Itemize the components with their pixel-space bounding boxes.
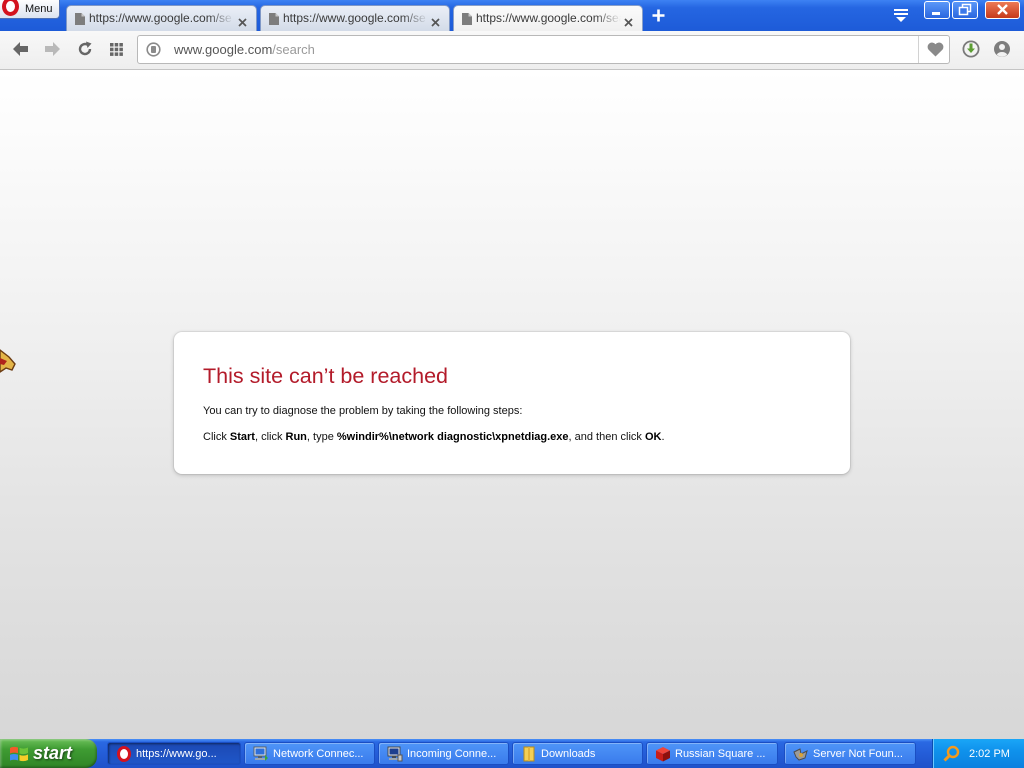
restore-icon [958, 3, 972, 16]
instruction-text: , type [306, 431, 337, 443]
start-button[interactable]: start [0, 739, 97, 768]
new-tab-plus-icon[interactable] [652, 9, 665, 22]
heart-icon[interactable] [927, 42, 944, 62]
folder-icon [521, 746, 537, 762]
instruction-text: Click [203, 431, 230, 443]
start-label: start [33, 743, 73, 763]
tab-menu-icon[interactable] [893, 8, 909, 23]
task-button-downloads[interactable]: Downloads [512, 742, 643, 765]
task-button-opera[interactable]: https://www.go... [107, 742, 241, 765]
error-intro-text: You can try to diagnose the problem by t… [203, 405, 523, 417]
task-button-network-connections[interactable]: Network Connec... [244, 742, 375, 765]
instruction-text: , click [254, 431, 286, 443]
tab-2[interactable]: https://www.google.com/se [260, 5, 450, 31]
system-tray: 2:02 PM [932, 739, 1024, 768]
close-tab-icon[interactable] [624, 14, 633, 27]
tab-title: https://www.google.com/se [283, 11, 426, 25]
tab-1[interactable]: https://www.google.com/se [66, 5, 257, 31]
incoming-connections-icon [387, 746, 403, 762]
opera-icon [116, 746, 132, 762]
menu-label: Menu [25, 3, 53, 15]
page-icon [269, 12, 279, 25]
red-cube-icon [655, 746, 671, 762]
tab-strip: Menu https://www.google.com/se https://w… [0, 0, 1024, 31]
mouse-cursor-icon [0, 348, 16, 381]
navigation-toolbar: www.google.com/search [0, 31, 1024, 70]
task-button-russian-square[interactable]: Russian Square ... [646, 742, 778, 765]
address-bar[interactable]: www.google.com/search [137, 35, 950, 64]
speed-dial-icon[interactable] [110, 43, 123, 61]
close-tab-icon[interactable] [238, 14, 247, 27]
diagnose-instructions: Click Start, click Run, type %windir%\ne… [203, 430, 665, 444]
url-path: /search [272, 42, 315, 57]
close-tab-icon[interactable] [431, 14, 440, 27]
task-button-server-not-found[interactable]: Server Not Foun... [784, 742, 916, 765]
page-content: This site can’t be reached You can try t… [0, 70, 1024, 739]
error-title: This site can’t be reached [203, 364, 448, 388]
opera-logo-icon [2, 0, 19, 16]
server-error-icon [793, 746, 809, 762]
instruction-ok: OK [644, 431, 662, 443]
task-label: Incoming Conne... [407, 748, 497, 760]
magnifier-icon[interactable] [943, 745, 960, 767]
url-text[interactable]: www.google.com/search [174, 42, 315, 57]
task-label: Server Not Foun... [813, 748, 903, 760]
task-label: Downloads [541, 748, 596, 760]
task-label: https://www.go... [136, 748, 217, 760]
page-icon [75, 12, 85, 25]
instruction-text: , and then click [568, 431, 645, 443]
clock[interactable]: 2:02 PM [969, 747, 1010, 761]
tab-title: https://www.google.com/se [89, 11, 232, 25]
instruction-run: Run [285, 431, 307, 443]
task-label: Russian Square ... [675, 748, 766, 760]
reload-icon[interactable] [77, 41, 93, 62]
back-arrow-icon[interactable] [13, 42, 29, 61]
tab-title: https://www.google.com/sea [476, 11, 621, 25]
minimize-icon [932, 12, 940, 15]
tab-3[interactable]: https://www.google.com/sea [453, 5, 643, 31]
download-icon[interactable] [962, 40, 980, 63]
close-window-button[interactable] [985, 1, 1020, 19]
instruction-command: %windir%\network diagnostic\xpnetdiag.ex… [336, 431, 569, 443]
page-icon [462, 12, 472, 25]
forward-arrow-icon[interactable] [44, 42, 60, 61]
opera-menu-button[interactable]: Menu [0, 0, 60, 19]
security-icon[interactable] [146, 42, 161, 62]
windows-flag-icon [9, 745, 29, 768]
task-button-incoming-connections[interactable]: Incoming Conne... [378, 742, 509, 765]
error-card: This site can’t be reached You can try t… [174, 332, 850, 474]
instruction-text: . [661, 431, 665, 443]
instruction-start: Start [229, 431, 255, 443]
network-connections-icon [253, 746, 269, 762]
minimize-button[interactable] [924, 1, 950, 19]
taskbar: start https://www.go... Network Connec..… [0, 739, 1024, 768]
close-icon [997, 4, 1008, 15]
profile-icon[interactable] [993, 40, 1011, 63]
url-host: www.google.com [174, 42, 273, 57]
task-label: Network Connec... [273, 748, 364, 760]
restore-button[interactable] [952, 1, 978, 19]
address-divider [918, 36, 919, 63]
